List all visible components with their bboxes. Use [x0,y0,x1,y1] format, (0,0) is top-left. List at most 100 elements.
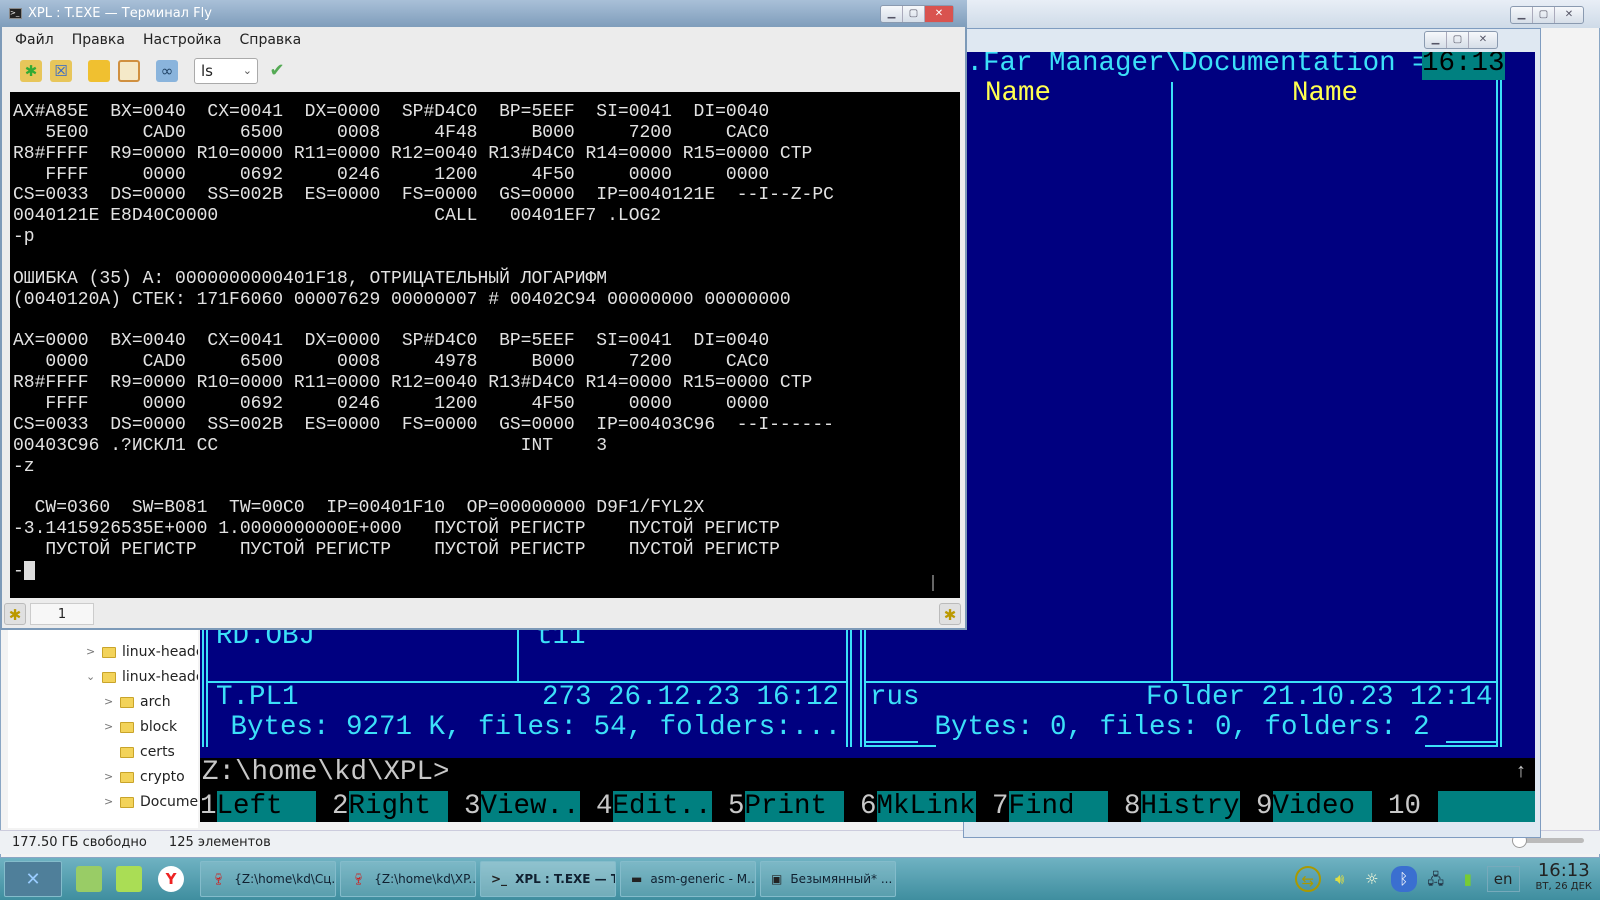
minimize-icon[interactable]: ▁ [881,6,903,22]
start-button[interactable]: ✕ [4,861,62,897]
menu-help[interactable]: Справка [240,27,302,53]
keybar-key-2[interactable]: 2 Right [316,791,448,822]
tree-item[interactable]: > block [104,715,177,739]
keybar-key-1[interactable]: 1 Left [200,791,316,822]
right-column-header-1: Name [985,78,1052,109]
terminal-line: 5E00 CAD0 6500 0008 4F48 B000 7200 CAC0 [13,122,770,143]
file-cabinet-icon[interactable] [116,866,142,892]
tree-item[interactable]: > linux-heade [86,640,198,664]
binoculars-icon[interactable]: ∞ [156,60,178,82]
keybar-key-10[interactable]: 10 [1372,791,1535,822]
keybar-key-7[interactable]: 7 Find [976,791,1108,822]
task-button[interactable]: ▣ Безымянный* ... [760,861,896,897]
tree-item[interactable]: > Docume [104,790,198,814]
close-tab-icon[interactable]: ☒ [50,60,72,82]
copy-icon[interactable] [88,60,110,82]
menu-settings[interactable]: Настройка [143,27,222,53]
tree-item-label: Docume [140,794,198,810]
expander-icon[interactable]: > [86,640,96,664]
key-label: Find [1008,791,1108,822]
tree-item[interactable]: ⌄ linux-heade [86,665,198,689]
command-line[interactable]: Z:\home\kd\XPL> ↑ [200,757,1535,791]
task-button[interactable]: >_ XPL : T.EXE — Te... [480,861,616,897]
command-combo[interactable]: ls ⌄ [194,58,258,84]
tree-item-label: arch [140,694,171,710]
expander-icon[interactable]: > [104,690,114,714]
volume-icon[interactable]: 🔊︎ [1327,866,1353,892]
toolbar: ✱ ☒ ∞ ls ⌄ ✔ [0,53,967,89]
expander-icon[interactable]: > [104,790,114,814]
network-icon[interactable]: 🖧︎ [1423,866,1449,892]
keybar-key-9[interactable]: 9 Video [1240,791,1372,822]
paste-icon[interactable] [118,60,140,82]
terminal-titlebar: >_ XPL : T.EXE — Терминал Fly ▁ ▢ ✕ [0,0,967,27]
clock[interactable]: 16:13 ВТ, 26 ДЕК [1536,862,1592,895]
desktops-icon[interactable] [76,866,102,892]
window-title: XPL : T.EXE — Терминал Fly [28,6,212,21]
task-button[interactable]: 🍷︎ {Z:\home\kd\XP... [340,861,476,897]
minimize-icon[interactable]: ▁ [1511,7,1533,23]
expander-icon[interactable]: > [104,765,114,789]
far-clock: 16:13 [1422,52,1505,80]
item-count: 125 элементов [168,835,271,850]
expander-icon[interactable]: > [104,715,114,739]
bluetooth-icon[interactable]: ᛒ [1390,866,1417,892]
terminal-line: CW=0360 SW=B081 TW=00C0 IP=00401F10 OP=0… [13,498,705,519]
maximize-icon[interactable]: ▢ [1533,7,1555,23]
keybar-key-4[interactable]: 4 Edit.. [580,791,712,822]
wine-icon: 🍷︎ [351,872,367,886]
folder-icon [120,771,134,783]
key-label: Histry [1140,791,1240,822]
terminal-status-bar: ✱ 1 ✱ [4,602,961,626]
terminal-screen[interactable]: AX#A85E BX=0040 CX=0041 DX=0000 SP#D4C0 … [10,92,960,598]
scroll-up-icon: ↑ [1514,761,1527,784]
key-number: 7 [991,791,1009,822]
keyboard-layout[interactable]: en [1486,866,1520,892]
menu-edit[interactable]: Правка [72,27,125,53]
yandex-browser-icon[interactable]: Y [158,866,184,892]
tree-item-label: crypto [140,769,185,785]
far-window-controls: ▁ ▢ ✕ [1424,31,1498,49]
key-number: 6 [859,791,877,822]
keybar-key-3[interactable]: 3 View.. [448,791,580,822]
terminal-scrollbar[interactable] [932,575,934,591]
minimize-icon[interactable]: ▁ [1425,32,1447,48]
keybar-key-5[interactable]: 5 Print [712,791,844,822]
window-controls: ▁ ▢ ✕ [1510,6,1584,24]
tree-item[interactable]: certs [104,740,175,764]
left-info-detail: 273 26.12.23 16:12 [542,682,840,713]
close-icon[interactable]: ✕ [925,6,953,22]
keybar-key-8[interactable]: 8 Histry [1108,791,1240,822]
new-tab-icon[interactable]: ✱ [20,60,42,82]
brightness-icon[interactable]: ☼ [1359,866,1385,892]
tree-item-label: linux-heade [122,669,198,685]
tab-menu-icon[interactable]: ✱ [939,603,961,625]
terminal-line: (0040120A) СТЕК: 171F6060 00007629 00000… [13,289,791,310]
right-panel-summary: Bytes: 0, files: 0, folders: 2 [918,712,1447,744]
file-manager-titlebar: ▁ ▢ ✕ [955,0,1600,28]
cursor [23,560,35,580]
close-icon[interactable]: ✕ [1555,7,1583,23]
checkmark-icon[interactable]: ✔ [266,60,288,82]
maximize-icon[interactable]: ▢ [903,6,925,22]
task-button[interactable]: 🍷︎ {Z:\home\kd\Сц... [200,861,336,897]
folder-icon [120,696,134,708]
zoom-slider[interactable] [1512,833,1584,848]
key-label: MkLink [876,791,976,822]
close-icon[interactable]: ✕ [1469,32,1497,48]
menu-file[interactable]: Файл [15,27,54,53]
usb-icon[interactable]: ⇆ [1294,866,1321,892]
tab-1[interactable]: 1 [30,603,94,625]
taskbar: ✕ Y 🍷︎ {Z:\home\kd\Сц... 🍷︎ {Z:\home\kd\XP.… [0,858,1600,900]
image-editor-icon: ▣ [771,872,783,886]
keybar-key-6[interactable]: 6 MkLink [844,791,976,822]
task-button[interactable]: ▬ asm-generic - M... [620,861,756,897]
battery-icon[interactable]: ▮ [1455,866,1481,892]
task-label: Безымянный* ... [790,872,893,886]
expander-icon[interactable]: ⌄ [86,665,96,689]
tree-item[interactable]: > arch [104,690,171,714]
tree-item[interactable]: > crypto [104,765,185,789]
new-tab-icon[interactable]: ✱ [4,603,26,625]
maximize-icon[interactable]: ▢ [1447,32,1469,48]
